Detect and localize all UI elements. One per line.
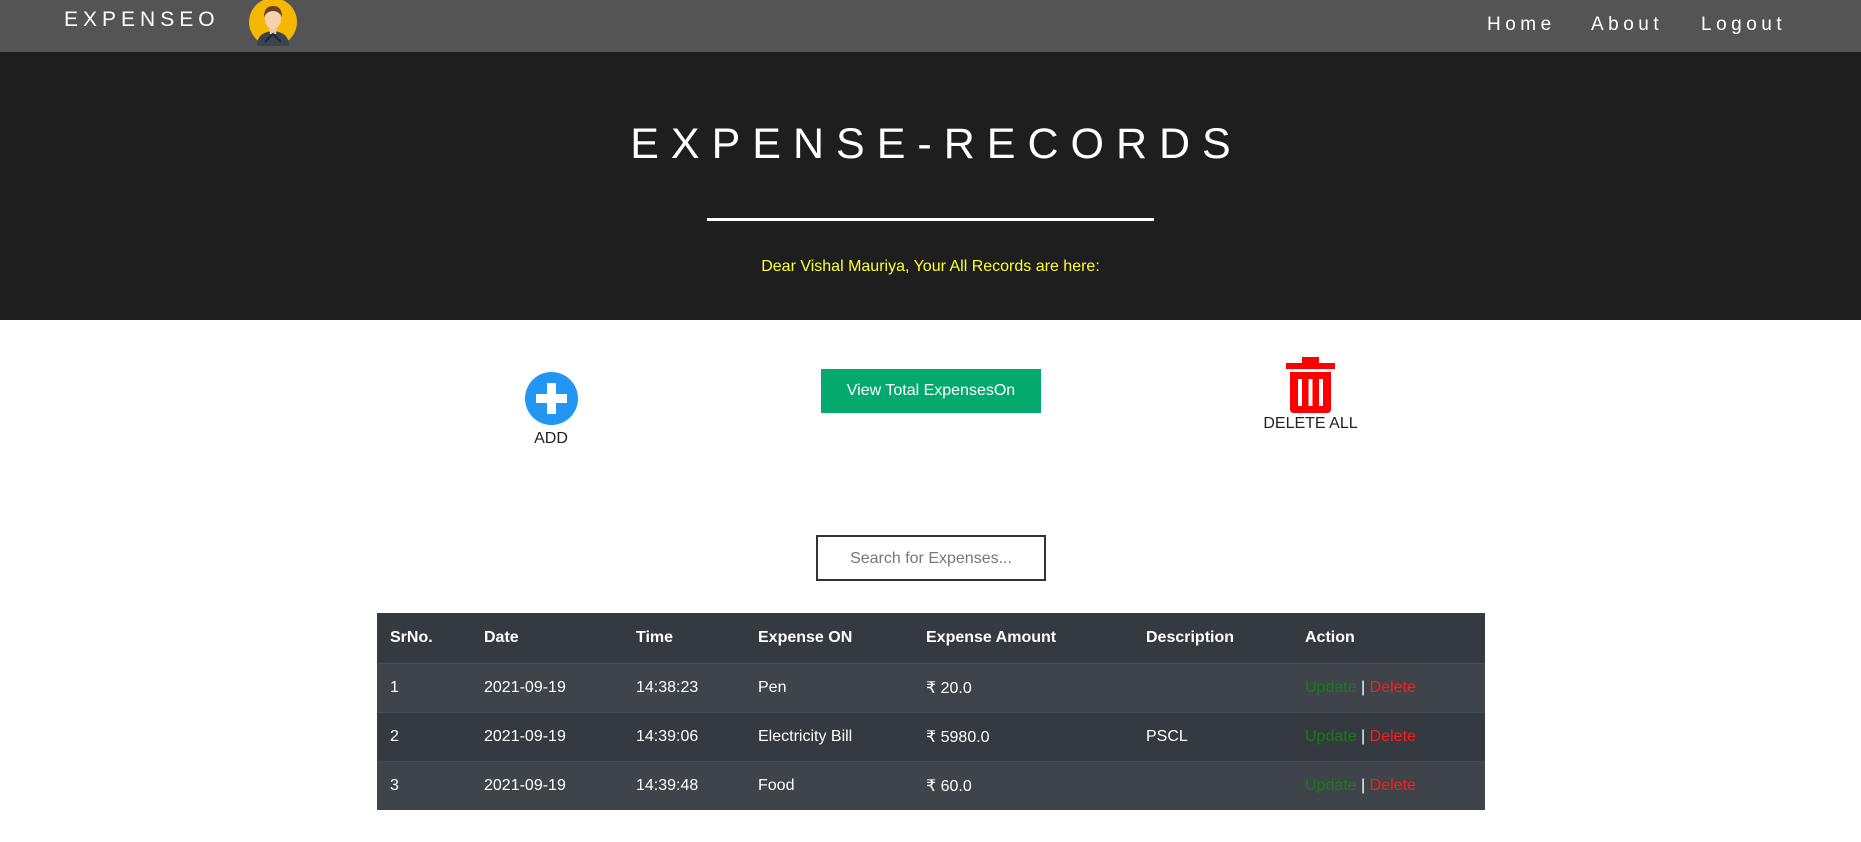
delete-link[interactable]: Delete <box>1370 728 1416 745</box>
cell-date: 2021-09-19 <box>471 711 623 761</box>
update-link[interactable]: Update <box>1305 777 1357 794</box>
header-expense-amount: Expense Amount <box>913 613 1133 664</box>
nav-home-link[interactable]: Home <box>1487 14 1556 36</box>
avatar <box>249 0 297 46</box>
cell-expense-on: Pen <box>745 662 913 712</box>
update-link[interactable]: Update <box>1305 679 1357 696</box>
header-description: Description <box>1133 613 1292 664</box>
plus-circle-icon <box>524 372 578 425</box>
search-input[interactable] <box>818 537 1044 579</box>
cell-description <box>1133 662 1292 712</box>
cell-time: 14:39:48 <box>623 760 745 810</box>
table-row: 2 2021-09-19 14:39:06 Electricity Bill ₹… <box>377 711 1485 761</box>
add-label: ADD <box>534 430 568 447</box>
action-separator: | <box>1361 678 1366 696</box>
table-header-row: SrNo. Date Time Expense ON Expense Amoun… <box>377 613 1485 664</box>
delete-all-label: DELETE ALL <box>1263 415 1358 432</box>
expense-records-table: SrNo. Date Time Expense ON Expense Amoun… <box>377 613 1485 810</box>
cell-date: 2021-09-19 <box>471 760 623 810</box>
cell-srno: 1 <box>377 662 471 712</box>
view-total-expenses-button[interactable]: View Total ExpensesOn <box>821 369 1041 413</box>
trash-icon <box>1286 357 1335 413</box>
cell-description: PSCL <box>1133 711 1292 761</box>
header-time: Time <box>623 613 745 664</box>
cell-srno: 3 <box>377 760 471 810</box>
add-expense-button[interactable]: ADD <box>516 372 586 448</box>
title-underline <box>707 218 1154 221</box>
cell-action: Update | Delete <box>1292 760 1485 810</box>
page-title: EXPENSE-RECORDS <box>630 120 1243 168</box>
cell-date: 2021-09-19 <box>471 662 623 712</box>
cell-action: Update | Delete <box>1292 711 1485 761</box>
cell-time: 14:39:06 <box>623 711 745 761</box>
action-separator: | <box>1361 776 1366 794</box>
nav-logout-link[interactable]: Logout <box>1701 14 1786 36</box>
cell-expense-on: Food <box>745 760 913 810</box>
cell-srno: 2 <box>377 711 471 761</box>
header-action: Action <box>1292 613 1485 664</box>
greeting-text: Dear Vishal Mauriya, Your All Records ar… <box>761 258 1100 275</box>
navbar: EXPENSEO Home About Logout <box>0 0 1861 52</box>
header-date: Date <box>471 613 623 664</box>
cell-expense-on: Electricity Bill <box>745 711 913 761</box>
delete-all-button[interactable]: DELETE ALL <box>1259 357 1362 433</box>
cell-amount: ₹ 60.0 <box>913 760 1133 810</box>
cell-amount: ₹ 5980.0 <box>913 711 1133 761</box>
delete-link[interactable]: Delete <box>1370 777 1416 794</box>
brand-logo-text[interactable]: EXPENSEO <box>64 8 220 32</box>
cell-action: Update | Delete <box>1292 662 1485 712</box>
nav-about-link[interactable]: About <box>1591 14 1663 36</box>
cell-time: 14:38:23 <box>623 662 745 712</box>
hero-banner: EXPENSE-RECORDS Dear Vishal Mauriya, You… <box>0 52 1861 320</box>
table-row: 3 2021-09-19 14:39:48 Food ₹ 60.0 Update… <box>377 760 1485 810</box>
action-separator: | <box>1361 727 1366 745</box>
header-srno: SrNo. <box>377 613 471 664</box>
cell-amount: ₹ 20.0 <box>913 662 1133 712</box>
cell-description <box>1133 760 1292 810</box>
search-box <box>816 535 1046 581</box>
header-expense-on: Expense ON <box>745 613 913 664</box>
update-link[interactable]: Update <box>1305 728 1357 745</box>
delete-link[interactable]: Delete <box>1370 679 1416 696</box>
table-row: 1 2021-09-19 14:38:23 Pen ₹ 20.0 Update … <box>377 662 1485 712</box>
